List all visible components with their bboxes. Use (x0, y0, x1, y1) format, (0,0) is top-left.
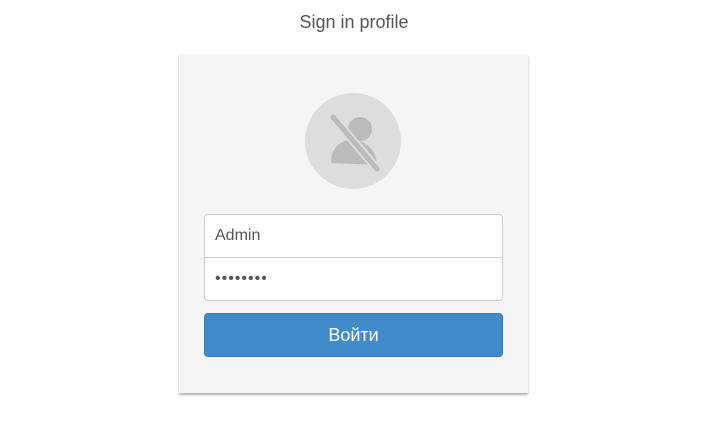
password-field[interactable] (204, 257, 503, 301)
login-page: Sign in profile Войти (0, 0, 710, 441)
credentials-group (204, 214, 503, 301)
sign-in-button[interactable]: Войти (204, 313, 503, 357)
user-slash-icon (305, 93, 401, 189)
login-card: Войти (179, 54, 528, 393)
page-title: Sign in profile (299, 12, 409, 32)
username-field[interactable] (204, 214, 503, 258)
